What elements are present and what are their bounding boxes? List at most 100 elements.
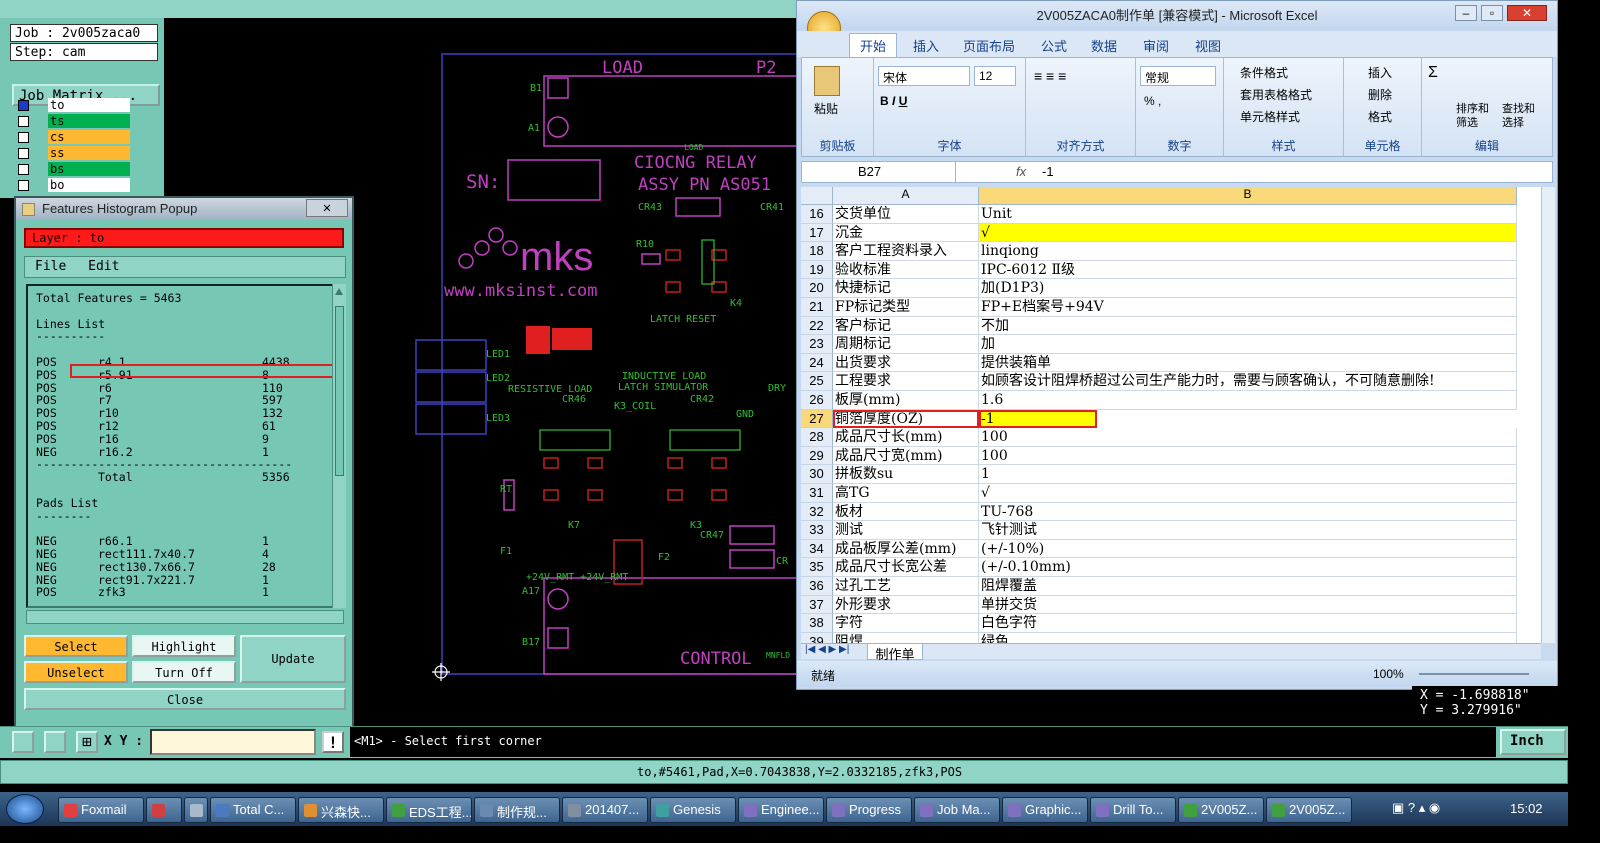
tab-insert[interactable]: 插入: [913, 36, 939, 55]
layer-name[interactable]: to: [48, 98, 130, 112]
cell-b[interactable]: 阻焊覆盖: [979, 577, 1517, 596]
taskbar-item[interactable]: [184, 797, 208, 823]
sheet-row[interactable]: 27 铜箔厚度(OZ) -1: [801, 409, 1541, 429]
cell-b[interactable]: 1.6: [979, 391, 1517, 410]
taskbar-item[interactable]: Total C...: [210, 797, 296, 823]
row-number[interactable]: 32: [801, 502, 833, 522]
histogram-row[interactable]: POS r10 132: [36, 407, 330, 420]
histogram-row[interactable]: POS r16 9: [36, 432, 330, 446]
cell-a[interactable]: 阻焊: [833, 632, 979, 643]
layer-row-bs[interactable]: bs: [16, 162, 132, 177]
cell-b[interactable]: √: [979, 484, 1517, 503]
cell-a[interactable]: 测试: [833, 521, 979, 540]
cell-b[interactable]: 1: [979, 465, 1517, 484]
row-number[interactable]: 26: [801, 391, 833, 410]
sheet-row[interactable]: 21 FP标记类型 FP+E档案号+94V: [801, 298, 1541, 317]
sheet-row[interactable]: 22 客户标记 不加: [801, 316, 1541, 336]
cell-b[interactable]: 绿色: [979, 632, 1517, 643]
cell-a[interactable]: 板厚(mm): [833, 391, 979, 410]
histogram-row[interactable]: NEG rect91.7x221.7 1: [36, 573, 330, 587]
paste-label[interactable]: 粘贴: [814, 100, 838, 117]
row-number[interactable]: 22: [801, 316, 833, 336]
layer-name[interactable]: bo: [48, 178, 130, 192]
taskbar-item[interactable]: 2V005Z...: [1178, 797, 1264, 823]
layer-checkbox[interactable]: [18, 164, 29, 175]
tray-icons[interactable]: ▣ ? ▴ ◉: [1392, 800, 1440, 816]
cell-a[interactable]: 客户工程资料录入: [833, 242, 979, 261]
row-number[interactable]: 21: [801, 298, 833, 317]
cell-a[interactable]: 成品尺寸长宽公差: [833, 558, 979, 577]
spreadsheet-grid[interactable]: A B 16 交货单位 Unit 17 沉金 √ 18 客户工程资料录入 linqiong 19 验…: [801, 187, 1541, 643]
scroll-up-icon[interactable]: [335, 288, 343, 295]
table-format-button[interactable]: 套用表格格式: [1240, 86, 1312, 103]
layer-row-ts[interactable]: ts: [16, 114, 132, 129]
row-number[interactable]: 16: [801, 205, 833, 224]
row-number[interactable]: 36: [801, 577, 833, 596]
number-format-select[interactable]: 常规: [1140, 66, 1216, 86]
cell-b[interactable]: FP+E档案号+94V: [979, 298, 1517, 317]
row-number[interactable]: 30: [801, 465, 833, 484]
row-number[interactable]: 28: [801, 428, 833, 447]
tab-formulas[interactable]: 公式: [1041, 36, 1067, 55]
taskbar-item[interactable]: Foxmail: [58, 797, 144, 823]
sheet-vertical-scrollbar[interactable]: [1541, 187, 1555, 643]
cell-b[interactable]: Unit: [979, 205, 1517, 224]
taskbar-item[interactable]: [146, 797, 182, 823]
sheet-row[interactable]: 26 板厚(mm) 1.6: [801, 391, 1541, 410]
close-window-icon[interactable]: ✕: [1507, 5, 1547, 21]
conditional-format-button[interactable]: 条件格式: [1240, 64, 1288, 81]
layer-checkbox[interactable]: [18, 148, 29, 159]
sheet-row[interactable]: 39 阻焊 绿色: [801, 632, 1541, 643]
cell-a[interactable]: 板材: [833, 502, 979, 522]
cell-b[interactable]: (+/-0.10mm): [979, 558, 1517, 577]
grid-icon[interactable]: ⊞: [76, 731, 98, 753]
sheet-nav-icon[interactable]: |◀ ◀ ▶ ▶|: [805, 644, 849, 655]
cell-b[interactable]: linqiong: [979, 242, 1517, 261]
cell-style-button[interactable]: 单元格样式: [1240, 108, 1300, 125]
row-number[interactable]: 37: [801, 595, 833, 615]
row-number[interactable]: 25: [801, 372, 833, 391]
list-vertical-scrollbar[interactable]: [332, 284, 346, 608]
row-number[interactable]: 33: [801, 521, 833, 540]
maximize-icon[interactable]: ▫: [1481, 5, 1503, 21]
update-button[interactable]: Update: [240, 635, 346, 683]
row-number[interactable]: 31: [801, 484, 833, 503]
sheet-row[interactable]: 32 板材 TU-768: [801, 502, 1541, 522]
layer-checkbox[interactable]: [18, 100, 29, 111]
row-number[interactable]: 29: [801, 446, 833, 466]
layer-row-bo[interactable]: bo: [16, 178, 132, 193]
sheet-row[interactable]: 37 外形要求 单拼交货: [801, 595, 1541, 615]
insert-cells-button[interactable]: 插入: [1368, 64, 1392, 81]
sheet-tab[interactable]: 制作单: [867, 643, 923, 662]
cell-a[interactable]: 字符: [833, 614, 979, 633]
percent-icon[interactable]: % ,: [1144, 94, 1161, 108]
layer-row-ss[interactable]: ss: [16, 146, 132, 161]
tab-review[interactable]: 审阅: [1143, 36, 1169, 55]
histogram-row[interactable]: POS r7 597: [36, 394, 330, 407]
select-all-corner[interactable]: [801, 187, 833, 205]
cell-a[interactable]: 成品板厚公差(mm): [833, 539, 979, 559]
row-number[interactable]: 39: [801, 632, 833, 643]
cell-b[interactable]: 100: [979, 446, 1517, 466]
sheet-row[interactable]: 16 交货单位 Unit: [801, 205, 1541, 224]
layer-row-cs[interactable]: cs: [16, 130, 132, 145]
cell-a[interactable]: 铜箔厚度(OZ): [833, 409, 979, 429]
cell-b[interactable]: 加: [979, 335, 1517, 354]
highlight-button[interactable]: Highlight: [132, 635, 236, 657]
layer-name[interactable]: bs: [48, 162, 130, 176]
histogram-row[interactable]: POS r12 61: [36, 420, 330, 433]
histogram-list[interactable]: Total Features = 5463 Lines List --------…: [26, 284, 340, 608]
sheet-row[interactable]: 28 成品尺寸长(mm) 100: [801, 428, 1541, 447]
taskbar-item[interactable]: 兴森快...: [298, 797, 384, 823]
font-size-select[interactable]: 12: [974, 66, 1016, 86]
cell-a[interactable]: 成品尺寸长(mm): [833, 428, 979, 447]
unselect-button[interactable]: Unselect: [24, 661, 128, 683]
paste-icon[interactable]: [814, 66, 840, 96]
taskbar-item[interactable]: Progress: [826, 797, 912, 823]
row-number[interactable]: 24: [801, 353, 833, 373]
sheet-row[interactable]: 33 测试 飞针测试: [801, 521, 1541, 540]
cell-a[interactable]: 客户标记: [833, 316, 979, 336]
row-number[interactable]: 23: [801, 335, 833, 354]
cell-b[interactable]: 加(D1P3): [979, 279, 1517, 298]
sheet-row[interactable]: 20 快捷标记 加(D1P3): [801, 279, 1541, 298]
